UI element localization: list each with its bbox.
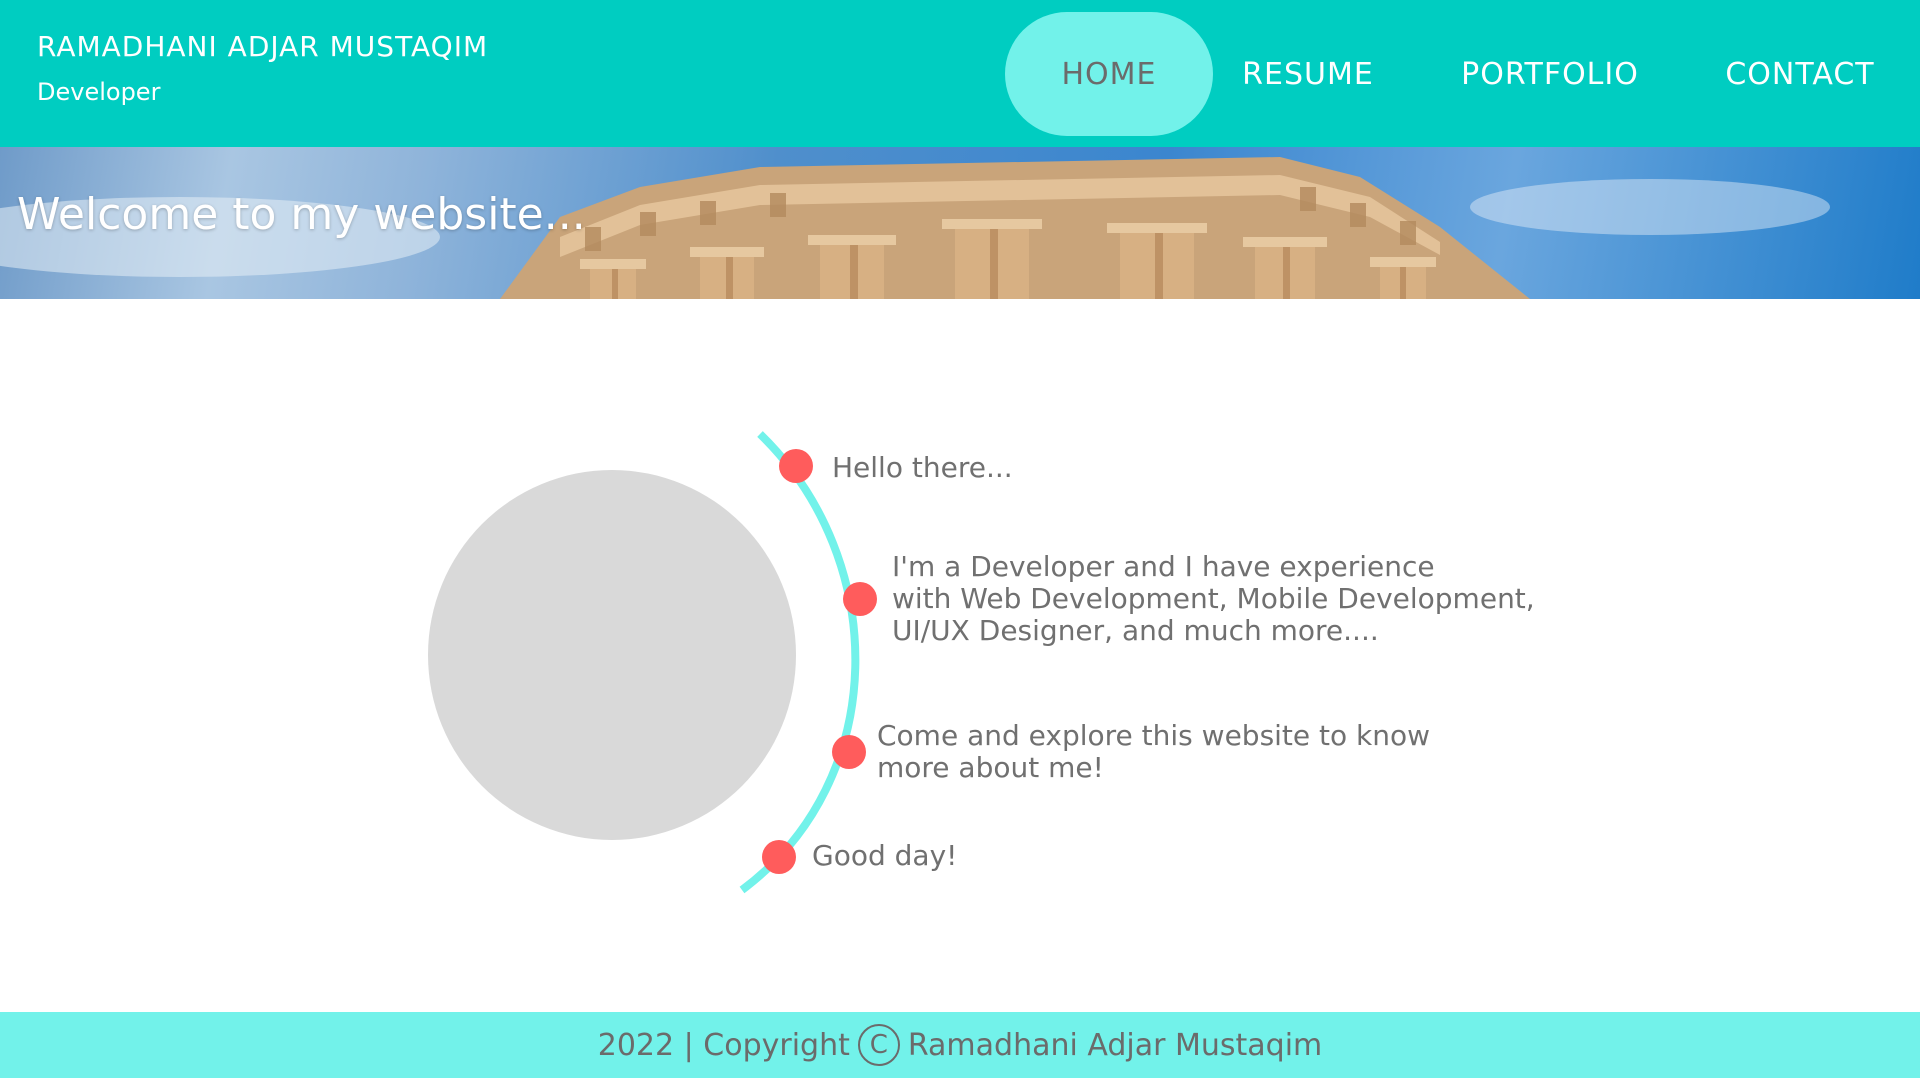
timeline-text-experience: I'm a Developer and I have experience wi… <box>892 551 1535 647</box>
footer-year: 2022 | Copyright <box>597 1027 850 1063</box>
copyright-icon: C <box>857 1024 900 1066</box>
site-footer: 2022 | Copyright C Ramadhani Adjar Musta… <box>0 1012 1920 1078</box>
timeline <box>739 431 877 894</box>
timeline-arc <box>739 431 860 894</box>
timeline-line: more about me! <box>877 751 1104 784</box>
timeline-text-goodbye: Good day! <box>812 840 957 872</box>
timeline-line: with Web Development, Mobile Development… <box>892 582 1535 615</box>
timeline-dot <box>779 449 813 483</box>
timeline-text-explore: Come and explore this website to know mo… <box>877 720 1430 784</box>
timeline-dot <box>832 735 866 769</box>
footer-owner: Ramadhani Adjar Mustaqim <box>907 1027 1323 1063</box>
timeline-line: I'm a Developer and I have experience <box>892 550 1435 583</box>
timeline-dot <box>762 840 796 874</box>
timeline-line: Come and explore this website to know <box>877 719 1431 752</box>
timeline-line: UI/UX Designer, and much more.... <box>892 614 1379 647</box>
timeline-dot <box>843 582 877 616</box>
timeline-line: Hello there... <box>832 451 1013 484</box>
timeline-text-greeting: Hello there... <box>832 452 1013 484</box>
timeline-line: Good day! <box>812 839 958 872</box>
